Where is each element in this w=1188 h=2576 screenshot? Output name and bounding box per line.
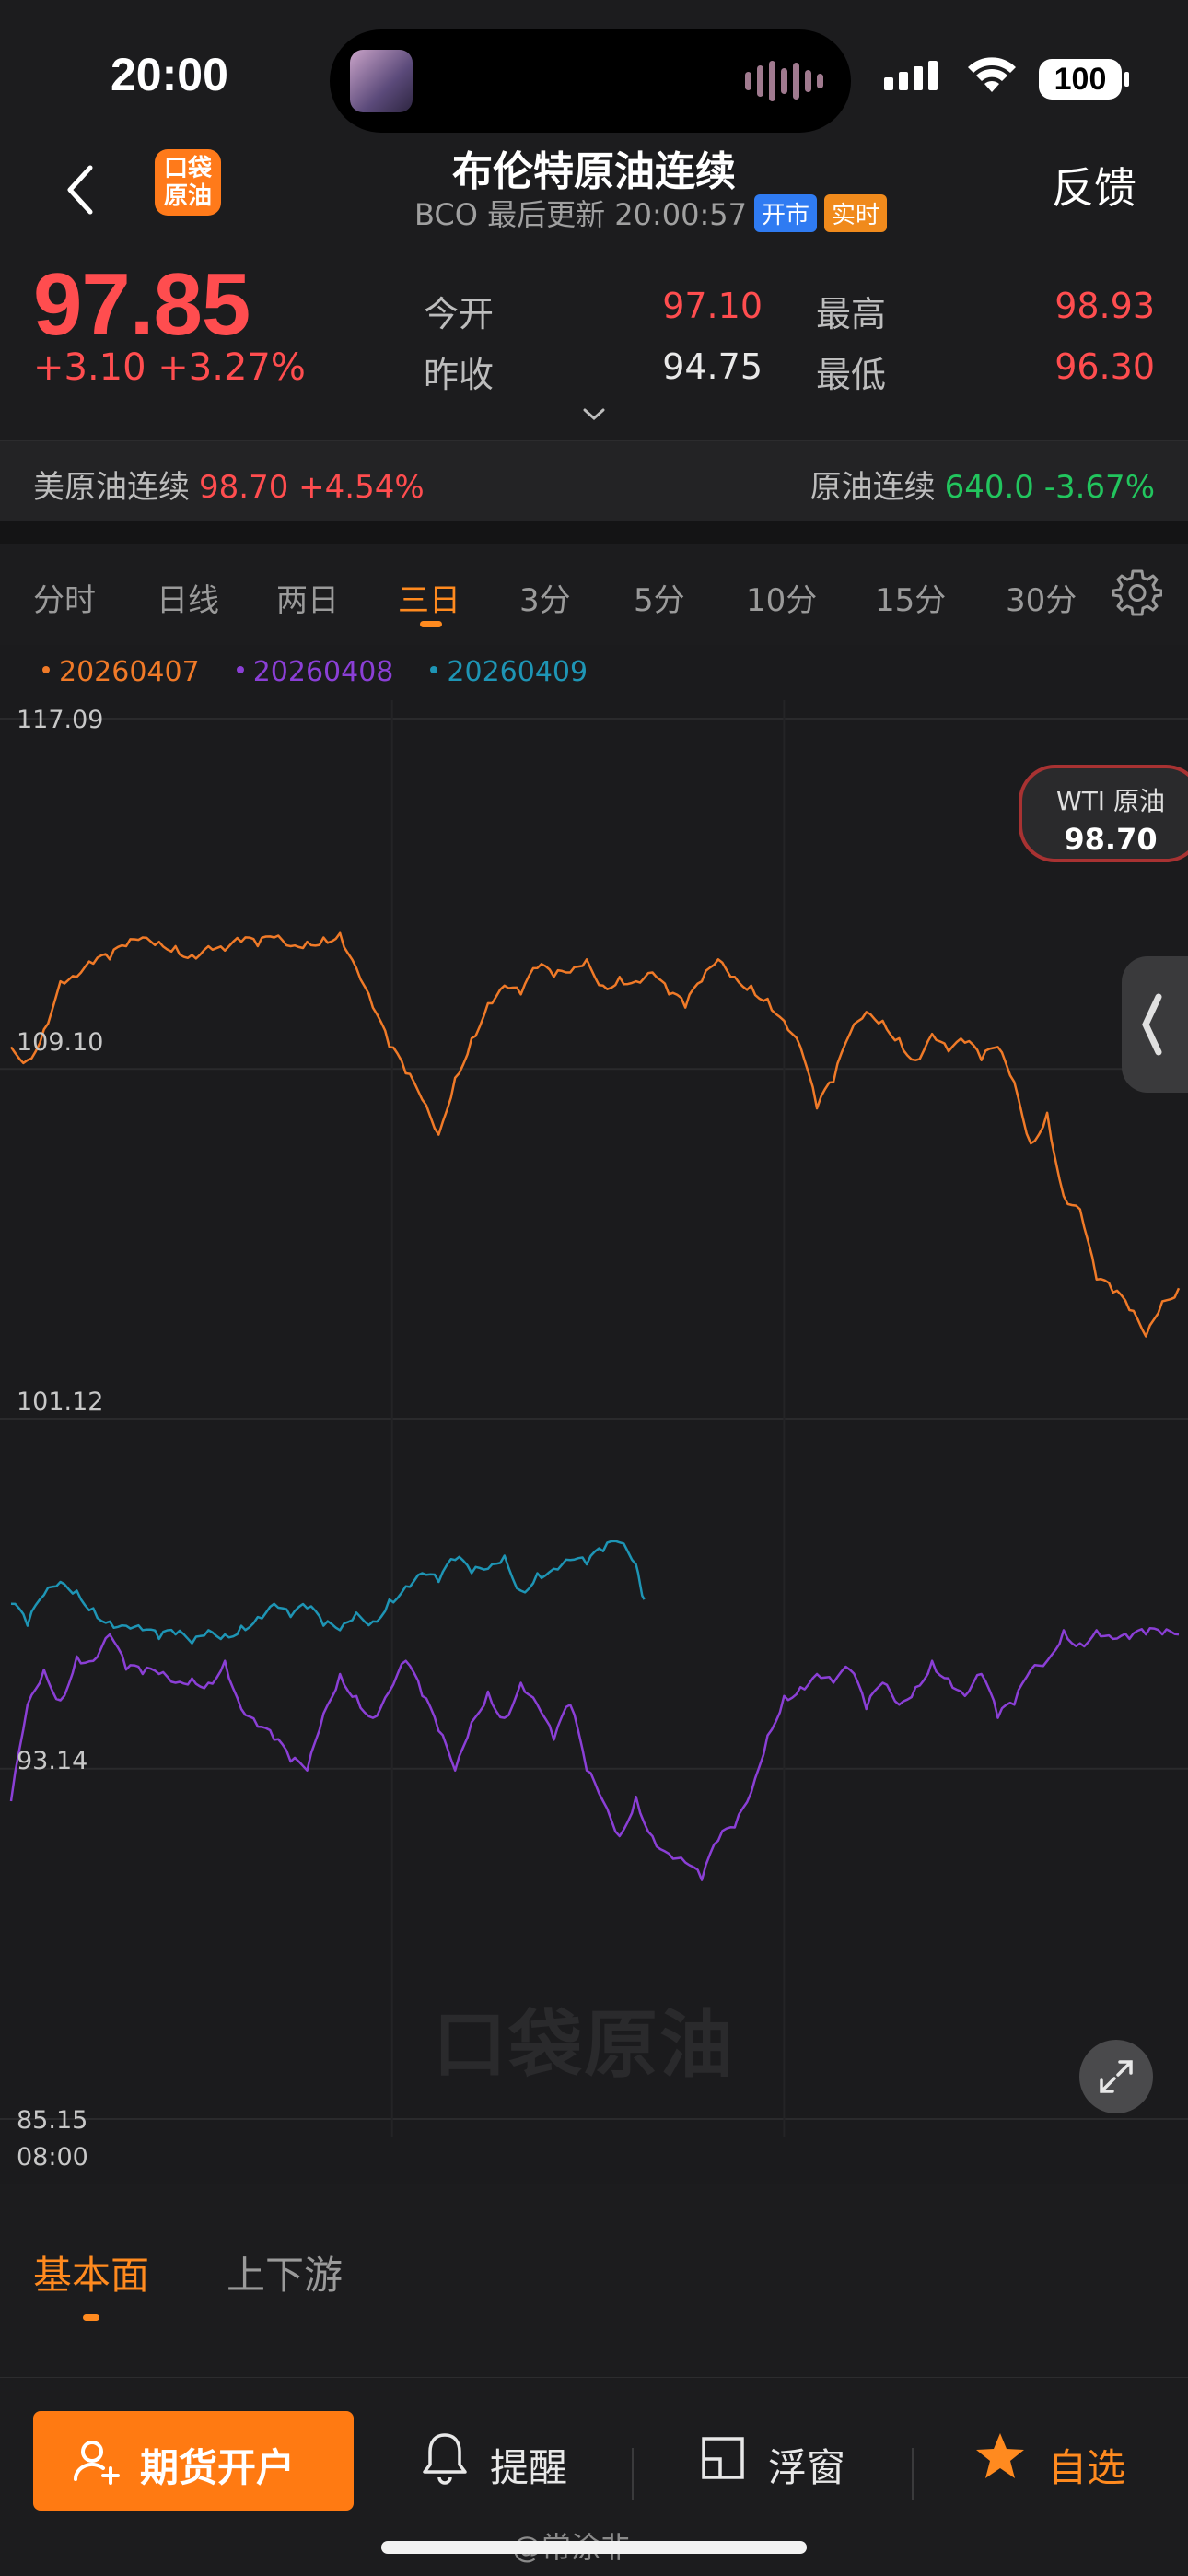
chevron-left-icon xyxy=(1142,993,1162,1056)
feedback-button[interactable]: 反馈 xyxy=(1052,155,1136,216)
cellular-signal-icon xyxy=(884,61,952,90)
page-subtitle: BCO 最后更新 20:00:57 开市 实时 xyxy=(414,192,888,234)
tab-10min[interactable]: 10分 xyxy=(746,575,817,620)
gear-icon[interactable] xyxy=(1112,568,1162,617)
chevron-down-icon[interactable] xyxy=(582,407,606,422)
legend-dot xyxy=(42,666,50,673)
tab-daily[interactable]: 日线 xyxy=(157,575,219,620)
low-label: 最低 xyxy=(816,355,887,395)
last-price: 97.85 xyxy=(33,255,250,354)
chart-plot xyxy=(0,700,1188,2137)
now-playing-artwork xyxy=(350,50,413,112)
low-value: 96.30 xyxy=(1054,346,1155,387)
related-crude[interactable]: 原油连续 640.0 -3.67% xyxy=(810,462,1155,507)
x-start-label: 08:00 xyxy=(17,2143,88,2172)
series-line-20260409 xyxy=(10,1540,646,1645)
status-time: 20:00 xyxy=(111,49,228,100)
bell-icon xyxy=(423,2433,467,2485)
side-panel-handle[interactable] xyxy=(1122,956,1188,1093)
legend-label: 20260409 xyxy=(447,656,588,688)
open-account-button[interactable]: 期货开户 xyxy=(33,2411,354,2511)
prev-close-value: 94.75 xyxy=(662,346,763,387)
wifi-icon xyxy=(968,57,1016,92)
active-subtab-indicator xyxy=(83,2314,99,2321)
wti-label: WTI 原油 xyxy=(1056,786,1165,816)
update-info: BCO 最后更新 20:00:57 xyxy=(414,197,747,232)
tab-3min[interactable]: 3分 xyxy=(519,575,571,620)
legend-dot xyxy=(430,666,438,673)
y-tick-label: 109.10 xyxy=(17,1028,104,1057)
realtime-badge: 实时 xyxy=(824,194,888,232)
tab-5min[interactable]: 5分 xyxy=(634,575,685,620)
add-user-icon xyxy=(73,2441,120,2485)
open-value: 97.10 xyxy=(662,286,763,326)
float-window-label: 浮窗 xyxy=(768,2445,846,2490)
info-tabs: 基本面 上下游 xyxy=(0,2202,1188,2340)
prev-close-label: 昨收 xyxy=(424,355,495,395)
nav-bar: 口袋 原油 布伦特原油连续 BCO 最后更新 20:00:57 开市 实时 反馈 xyxy=(0,138,1188,249)
tab-30min[interactable]: 30分 xyxy=(1006,575,1077,620)
fullscreen-button[interactable] xyxy=(1079,2040,1153,2113)
y-tick-label: 85.15 xyxy=(17,2106,88,2135)
quote-header: 97.85 +3.10 +3.27% 今开 97.10 最高 98.93 昨收 … xyxy=(0,249,1188,433)
related-wti-value: 98.70 +4.54% xyxy=(199,469,425,506)
audio-waveform-icon xyxy=(745,61,823,101)
page-title: 布伦特原油连续 xyxy=(452,148,736,195)
section-divider xyxy=(0,521,1188,544)
high-value: 98.93 xyxy=(1054,286,1155,326)
battery-icon: 100 xyxy=(1039,59,1129,100)
wti-value: 98.70 xyxy=(1064,822,1158,857)
open-label: 今开 xyxy=(424,294,495,334)
separator xyxy=(632,2448,634,2500)
period-tabs: 分时 日线 两日 三日 3分 5分 10分 15分 30分 xyxy=(0,544,1188,645)
related-crude-name: 原油连续 xyxy=(809,469,936,506)
legend-label: 20260407 xyxy=(59,656,200,688)
y-tick-label: 93.14 xyxy=(17,1747,88,1775)
related-wti-name: 美原油连续 xyxy=(33,469,190,506)
alert-label: 提醒 xyxy=(490,2445,568,2490)
series-line-20260407 xyxy=(9,931,1181,1338)
watchlist-label: 自选 xyxy=(1048,2445,1126,2490)
tab-three-day[interactable]: 三日 xyxy=(398,575,460,620)
related-crude-value: 640.0 -3.67% xyxy=(944,469,1155,506)
series-line-20260408 xyxy=(9,1626,1180,1881)
legend-item: 20260409 xyxy=(430,656,588,688)
tab-fundamentals[interactable]: 基本面 xyxy=(33,2244,149,2301)
y-tick-label: 101.12 xyxy=(17,1388,104,1416)
active-tab-indicator xyxy=(420,621,442,627)
float-window-icon xyxy=(702,2437,744,2479)
dynamic-island[interactable] xyxy=(330,29,851,133)
wti-float-quote[interactable]: WTI 原油 98.70 xyxy=(1019,765,1188,862)
status-bar: 20:00 100 xyxy=(0,0,1188,138)
star-icon xyxy=(976,2433,1024,2478)
home-indicator[interactable] xyxy=(381,2541,807,2554)
watermark-logo: 口袋原油 xyxy=(433,2002,735,2088)
chart-legend: 20260407 20260408 20260409 xyxy=(42,656,588,688)
legend-item: 20260407 xyxy=(42,656,200,688)
market-open-badge: 开市 xyxy=(754,194,818,232)
legend-dot xyxy=(236,666,244,673)
price-change: +3.10 +3.27% xyxy=(33,346,306,389)
legend-label: 20260408 xyxy=(252,656,394,688)
open-account-label: 期货开户 xyxy=(140,2445,296,2490)
legend-item: 20260408 xyxy=(236,656,394,688)
y-tick-label: 117.09 xyxy=(17,706,104,734)
tab-two-day[interactable]: 两日 xyxy=(276,575,339,620)
tab-supply-chain[interactable]: 上下游 xyxy=(227,2244,343,2301)
tab-15min[interactable]: 15分 xyxy=(875,575,946,620)
tab-intraday[interactable]: 分时 xyxy=(33,575,96,620)
related-quotes: 美原油连续 98.70 +4.54% 原油连续 640.0 -3.67% xyxy=(0,440,1188,521)
expand-icon xyxy=(1100,2060,1133,2093)
related-wti[interactable]: 美原油连续 98.70 +4.54% xyxy=(33,462,425,507)
high-label: 最高 xyxy=(816,294,887,334)
separator xyxy=(912,2448,914,2500)
